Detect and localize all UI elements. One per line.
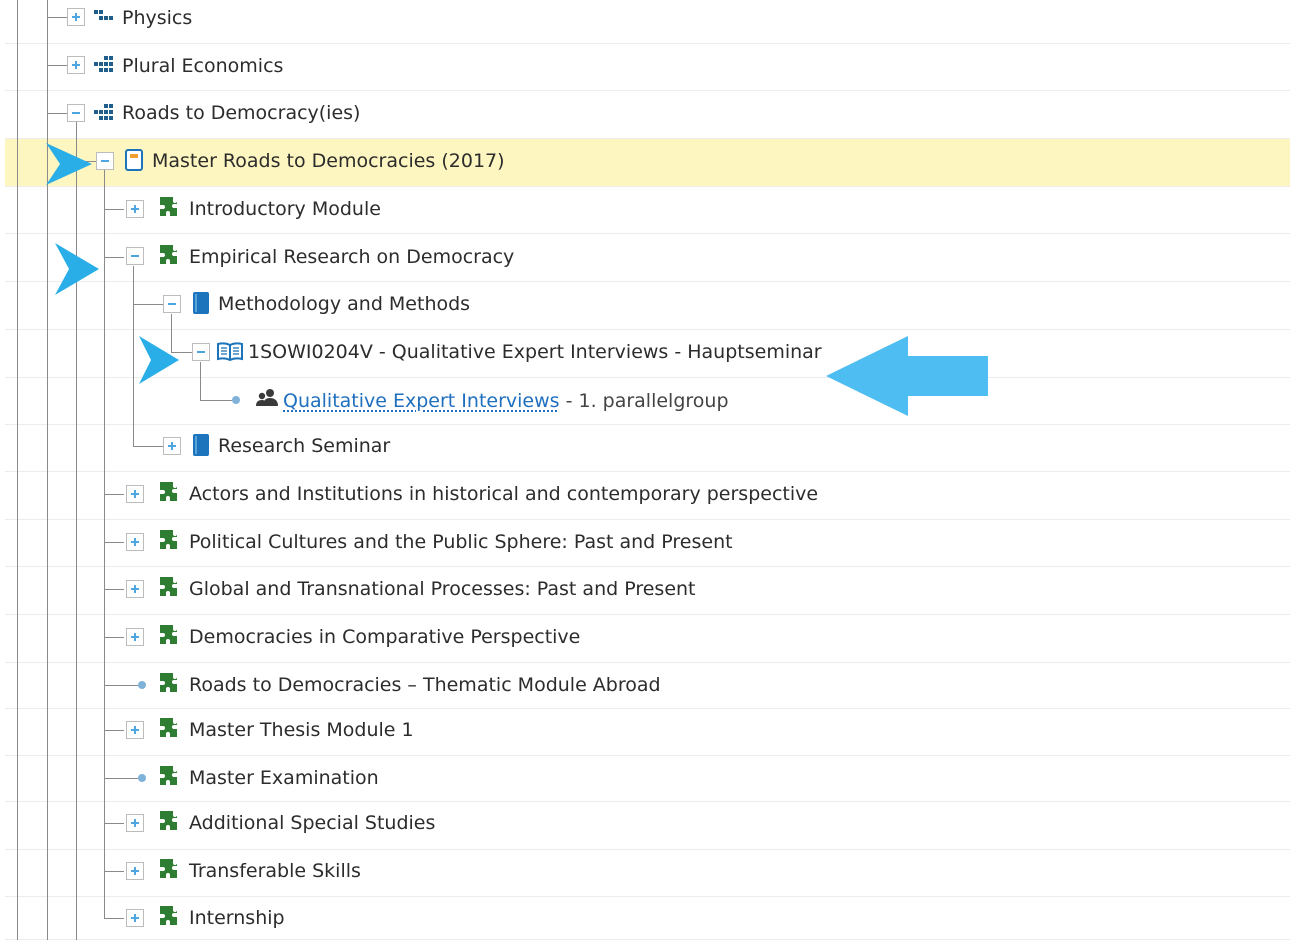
tree-connector bbox=[104, 589, 124, 590]
node-label-political[interactable]: Political Cultures and the Public Sphere… bbox=[189, 530, 733, 554]
node-label-plural-economics[interactable]: Plural Economics bbox=[122, 54, 283, 78]
node-label-global[interactable]: Global and Transnational Processes: Past… bbox=[189, 577, 696, 601]
tree-line bbox=[104, 170, 105, 918]
node-label-transferable[interactable]: Transferable Skills bbox=[189, 859, 361, 883]
expand-toggle-transferable[interactable] bbox=[126, 862, 144, 880]
node-label-course[interactable]: 1SOWI0204V - Qualitative Expert Intervie… bbox=[248, 340, 822, 364]
tree-connector bbox=[104, 730, 124, 731]
tree-line bbox=[200, 362, 201, 400]
course-open-book-icon bbox=[217, 342, 243, 362]
node-label-research-seminar[interactable]: Research Seminar bbox=[218, 434, 390, 458]
tree-connector bbox=[104, 209, 124, 210]
submodule-book-icon bbox=[193, 434, 209, 456]
tree-connector bbox=[104, 918, 124, 919]
study-program-tree: Physics Plural Economics Roads to Democr… bbox=[0, 0, 1290, 940]
collapse-toggle-empirical[interactable] bbox=[126, 247, 144, 265]
tree-connector bbox=[104, 494, 124, 495]
node-label-empirical[interactable]: Empirical Research on Democracy bbox=[189, 245, 514, 269]
tree-line bbox=[133, 266, 134, 446]
parallelgroup-suffix: - 1. parallelgroup bbox=[559, 390, 729, 412]
tree-connector bbox=[104, 637, 124, 638]
arrowhead-pointer-icon bbox=[55, 243, 99, 295]
study-program-icon bbox=[125, 149, 143, 171]
expand-toggle-additional[interactable] bbox=[126, 814, 144, 832]
collapse-toggle-roads[interactable] bbox=[67, 104, 85, 122]
expand-toggle-thesis[interactable] bbox=[126, 721, 144, 739]
tree-connector bbox=[47, 17, 67, 18]
tree-connector bbox=[104, 778, 138, 779]
module-puzzle-icon bbox=[160, 482, 177, 501]
parallelgroup-link[interactable]: Qualitative Expert Interviews bbox=[283, 390, 560, 412]
node-label-actors[interactable]: Actors and Institutions in historical an… bbox=[189, 482, 818, 506]
module-puzzle-icon bbox=[160, 766, 177, 785]
tree-connector bbox=[47, 113, 67, 114]
tree-connector bbox=[133, 446, 163, 447]
leaf-bullet bbox=[138, 774, 146, 782]
tree-connector bbox=[104, 257, 124, 258]
node-label-democracies[interactable]: Democracies in Comparative Perspective bbox=[189, 625, 580, 649]
node-label-parallelgroup: Qualitative Expert Interviews - 1. paral… bbox=[283, 389, 729, 413]
node-label-methodology[interactable]: Methodology and Methods bbox=[218, 292, 470, 316]
expand-toggle-political[interactable] bbox=[126, 533, 144, 551]
tree-line bbox=[47, 0, 48, 940]
module-puzzle-icon bbox=[160, 577, 177, 596]
tree-connector bbox=[200, 400, 232, 401]
tree-connector bbox=[104, 685, 138, 686]
module-puzzle-icon bbox=[160, 811, 177, 830]
node-label-master-roads[interactable]: Master Roads to Democracies (2017) bbox=[152, 149, 505, 173]
submodule-book-icon bbox=[193, 292, 209, 314]
node-label-additional[interactable]: Additional Special Studies bbox=[189, 811, 435, 835]
module-puzzle-icon bbox=[160, 625, 177, 644]
module-puzzle-icon bbox=[160, 673, 177, 692]
node-label-thematic-abroad[interactable]: Roads to Democracies – Thematic Module A… bbox=[189, 673, 661, 697]
expand-toggle-research-seminar[interactable] bbox=[163, 437, 181, 455]
arrowhead-pointer-icon bbox=[139, 336, 179, 384]
expand-toggle-plural-economics[interactable] bbox=[67, 56, 85, 74]
block-arrow-icon bbox=[826, 336, 988, 416]
arrowhead-pointer-icon bbox=[46, 143, 92, 185]
expand-toggle-global[interactable] bbox=[126, 580, 144, 598]
collapse-toggle-master-roads[interactable] bbox=[96, 152, 114, 170]
tree-connector bbox=[104, 542, 124, 543]
node-label-examination[interactable]: Master Examination bbox=[189, 766, 379, 790]
module-puzzle-icon bbox=[160, 245, 177, 264]
tree-connector bbox=[104, 823, 124, 824]
module-puzzle-icon bbox=[160, 718, 177, 737]
leaf-bullet bbox=[232, 396, 240, 404]
org-unit-icon bbox=[94, 104, 113, 120]
module-puzzle-icon bbox=[160, 530, 177, 549]
expand-toggle-introductory[interactable] bbox=[126, 200, 144, 218]
leaf-bullet bbox=[138, 681, 146, 689]
tree-connector bbox=[104, 871, 124, 872]
node-label-roads-to-democracies[interactable]: Roads to Democracy(ies) bbox=[122, 101, 360, 125]
expand-toggle-actors[interactable] bbox=[126, 485, 144, 503]
collapse-toggle-course[interactable] bbox=[192, 343, 210, 361]
org-unit-icon bbox=[94, 56, 113, 72]
tree-connector bbox=[133, 304, 163, 305]
node-label-introductory[interactable]: Introductory Module bbox=[189, 197, 381, 221]
module-puzzle-icon bbox=[160, 906, 177, 925]
expand-toggle-physics[interactable] bbox=[67, 8, 85, 26]
node-label-internship[interactable]: Internship bbox=[189, 906, 285, 930]
node-label-thesis[interactable]: Master Thesis Module 1 bbox=[189, 718, 414, 742]
tree-connector bbox=[47, 65, 67, 66]
tree-row-physics bbox=[5, 0, 1290, 44]
module-puzzle-icon bbox=[160, 859, 177, 878]
module-puzzle-icon bbox=[160, 197, 177, 216]
org-unit-icon bbox=[94, 10, 113, 20]
group-people-icon bbox=[256, 389, 278, 406]
tree-line bbox=[17, 0, 18, 940]
expand-toggle-democracies[interactable] bbox=[126, 628, 144, 646]
collapse-toggle-methodology[interactable] bbox=[163, 295, 181, 313]
node-label-physics[interactable]: Physics bbox=[122, 6, 192, 30]
expand-toggle-internship[interactable] bbox=[126, 909, 144, 927]
